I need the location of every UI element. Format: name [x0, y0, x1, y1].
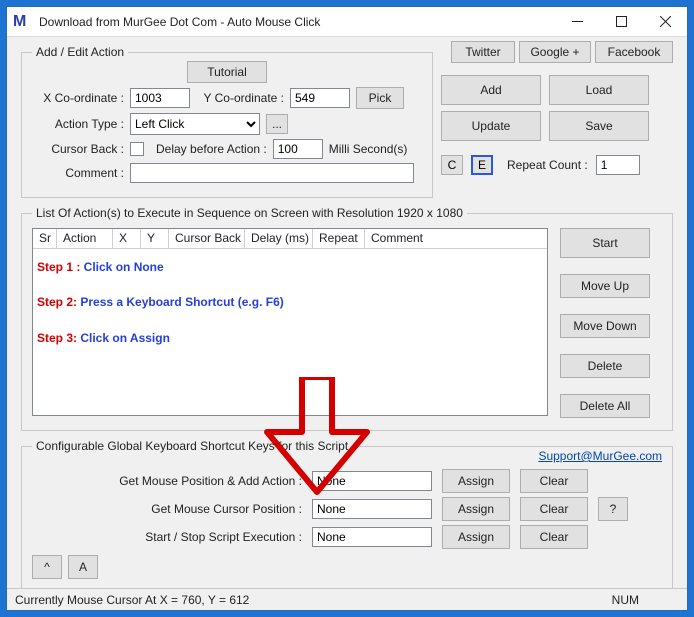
app-window: M Download from MurGee Dot Com - Auto Mo… — [6, 6, 688, 611]
top-social-row: Twitter Google + Facebook — [327, 41, 673, 63]
statusbar: Currently Mouse Cursor At X = 760, Y = 6… — [7, 588, 687, 610]
shortcut1-input[interactable] — [312, 471, 432, 491]
action-list[interactable]: Sr Action X Y Cursor Back Delay (ms) Rep… — [32, 228, 548, 416]
actiontype-select[interactable]: Left Click — [130, 113, 260, 135]
load-button[interactable]: Load — [549, 75, 649, 105]
e-button[interactable]: E — [471, 155, 493, 175]
window-title: Download from MurGee Dot Com - Auto Mous… — [39, 15, 555, 29]
actiontype-more-button[interactable]: ... — [266, 114, 288, 134]
support-link[interactable]: Support@MurGee.com — [538, 449, 662, 463]
step2-text: Press a Keyboard Shortcut (e.g. F6) — [77, 295, 284, 309]
col-x[interactable]: X — [113, 229, 141, 249]
shortcut3-label: Start / Stop Script Execution : — [32, 530, 302, 544]
tutorial-button[interactable]: Tutorial — [187, 61, 267, 83]
googleplus-button[interactable]: Google + — [519, 41, 591, 63]
col-sr[interactable]: Sr — [33, 229, 57, 249]
twitter-button[interactable]: Twitter — [451, 41, 515, 63]
shortcut2-input[interactable] — [312, 499, 432, 519]
close-button[interactable] — [643, 7, 687, 37]
col-delay[interactable]: Delay (ms) — [245, 229, 313, 249]
deleteall-button[interactable]: Delete All — [560, 394, 650, 418]
col-repeat[interactable]: Repeat — [313, 229, 365, 249]
maximize-button[interactable] — [599, 7, 643, 37]
step1-text: Click on None — [80, 260, 163, 274]
tutorial-overlay: Step 1 : Click on None Step 2: Press a K… — [37, 249, 543, 357]
col-action[interactable]: Action — [57, 229, 113, 249]
delay-unit: Milli Second(s) — [329, 142, 408, 156]
repeat-input[interactable] — [596, 155, 640, 175]
shortcut1-assign-button[interactable]: Assign — [442, 469, 510, 493]
app-logo-icon: M — [13, 13, 31, 31]
shortcut2-label: Get Mouse Cursor Position : — [32, 502, 302, 516]
col-y[interactable]: Y — [141, 229, 169, 249]
c-button[interactable]: C — [441, 155, 463, 175]
repeat-label: Repeat Count : — [507, 158, 588, 172]
cursorback-label: Cursor Back : — [32, 142, 124, 156]
facebook-button[interactable]: Facebook — [595, 41, 673, 63]
movedown-button[interactable]: Move Down — [560, 314, 650, 338]
shortcut3-clear-button[interactable]: Clear — [520, 525, 588, 549]
add-edit-legend: Add / Edit Action — [32, 45, 128, 59]
step1-label: Step 1 : — [37, 260, 80, 274]
shortcut1-label: Get Mouse Position & Add Action : — [32, 474, 302, 488]
update-button[interactable]: Update — [441, 111, 541, 141]
step2-label: Step 2: — [37, 295, 77, 309]
shortcuts-group: Configurable Global Keyboard Shortcut Ke… — [21, 439, 673, 594]
shortcut1-clear-button[interactable]: Clear — [520, 469, 588, 493]
client-area: Twitter Google + Facebook Add / Edit Act… — [7, 37, 687, 594]
moveup-button[interactable]: Move Up — [560, 274, 650, 298]
list-legend: List Of Action(s) to Execute in Sequence… — [32, 206, 467, 220]
shortcut2-clear-button[interactable]: Clear — [520, 497, 588, 521]
comment-input[interactable] — [130, 163, 414, 183]
actiontype-label: Action Type : — [32, 117, 124, 131]
shortcut2-assign-button[interactable]: Assign — [442, 497, 510, 521]
delete-button[interactable]: Delete — [560, 354, 650, 378]
status-numlock: NUM — [612, 593, 639, 607]
shortcuts-legend: Configurable Global Keyboard Shortcut Ke… — [32, 439, 352, 453]
xcoord-label: X Co-ordinate : — [32, 91, 124, 105]
start-button[interactable]: Start — [560, 228, 650, 258]
list-side-buttons: Start Move Up Move Down Delete Delete Al… — [560, 228, 650, 418]
delay-label: Delay before Action : — [156, 142, 267, 156]
help-button[interactable]: ? — [598, 497, 628, 521]
ycoord-input[interactable] — [290, 88, 350, 108]
shortcut3-input[interactable] — [312, 527, 432, 547]
shortcut3-assign-button[interactable]: Assign — [442, 525, 510, 549]
save-button[interactable]: Save — [549, 111, 649, 141]
status-text: Currently Mouse Cursor At X = 760, Y = 6… — [15, 593, 249, 607]
a-button[interactable]: A — [68, 555, 98, 579]
cursorback-checkbox[interactable] — [130, 142, 144, 156]
add-edit-group: Add / Edit Action Tutorial X Co-ordinate… — [21, 45, 433, 198]
titlebar: M Download from MurGee Dot Com - Auto Mo… — [7, 7, 687, 37]
step3-label: Step 3: — [37, 331, 77, 345]
comment-label: Comment : — [32, 166, 124, 180]
col-comment[interactable]: Comment — [365, 229, 547, 249]
minimize-button[interactable] — [555, 7, 599, 37]
delay-input[interactable] — [273, 139, 323, 159]
col-cursorback[interactable]: Cursor Back — [169, 229, 245, 249]
add-button[interactable]: Add — [441, 75, 541, 105]
step3-text: Click on Assign — [77, 331, 170, 345]
side-top-buttons: Add Load Update Save C E Repeat Count : — [441, 75, 649, 179]
list-header: Sr Action X Y Cursor Back Delay (ms) Rep… — [33, 229, 547, 249]
ycoord-label: Y Co-ordinate : — [196, 91, 284, 105]
list-group: List Of Action(s) to Execute in Sequence… — [21, 206, 673, 431]
xcoord-input[interactable] — [130, 88, 190, 108]
pick-button[interactable]: Pick — [356, 87, 404, 109]
caret-button[interactable]: ^ — [32, 555, 62, 579]
